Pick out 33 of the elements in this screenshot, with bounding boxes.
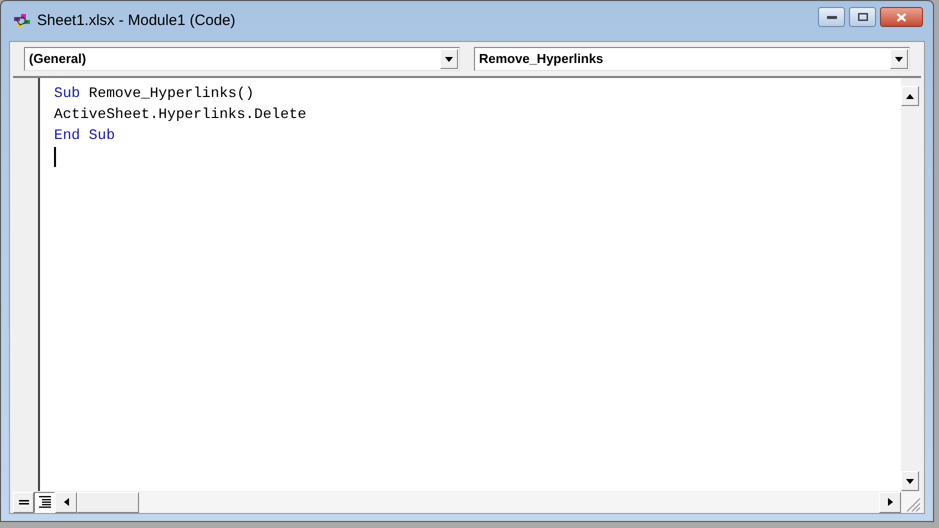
caret-icon	[445, 56, 453, 62]
app-icon	[12, 12, 32, 30]
down-arrow-icon	[906, 478, 914, 484]
scroll-down-button[interactable]	[901, 471, 919, 491]
scroll-up-button[interactable]	[901, 86, 919, 106]
view-toggle-button[interactable]	[34, 492, 55, 512]
code-line: End Sub	[54, 127, 115, 146]
right-arrow-icon	[888, 498, 892, 506]
dropdown-field[interactable]: (General)	[24, 47, 460, 71]
caret-icon	[895, 56, 903, 62]
scroll-left-button[interactable]	[55, 492, 77, 512]
restore-icon	[858, 13, 868, 21]
dropdown-value: (General)	[28, 50, 88, 68]
close-icon	[896, 12, 907, 22]
minimize-icon	[826, 16, 836, 18]
window-title: Sheet1.xlsx - Module1 (Code)	[37, 10, 236, 31]
dropdown-button[interactable]	[440, 49, 458, 69]
horizontal-scrollbar[interactable]	[55, 492, 921, 512]
dropdown-button[interactable]	[890, 49, 908, 69]
code-line: ActiveSheet.Hyperlinks.Delete	[54, 106, 306, 125]
left-arrow-icon	[64, 498, 68, 506]
dropdown-value: Remove_Hyperlinks	[478, 50, 604, 68]
minimize-button[interactable]	[818, 7, 845, 27]
code-editor[interactable]: Sub Remove_Hyperlinks() ActiveSheet.Hyperlinks.Delete End Sub	[40, 78, 901, 491]
code-line: Sub Remove_Hyperlinks()	[54, 85, 254, 104]
module-view-icon	[38, 496, 50, 508]
scroll-thumb[interactable]	[77, 492, 139, 512]
procedure-view-icon	[18, 498, 28, 506]
maximize-button[interactable]	[849, 7, 876, 27]
close-button[interactable]	[880, 7, 923, 27]
scroll-right-button[interactable]	[879, 492, 901, 512]
dropdown-field[interactable]: Remove_Hyperlinks	[474, 47, 910, 71]
up-arrow-icon	[906, 94, 914, 98]
